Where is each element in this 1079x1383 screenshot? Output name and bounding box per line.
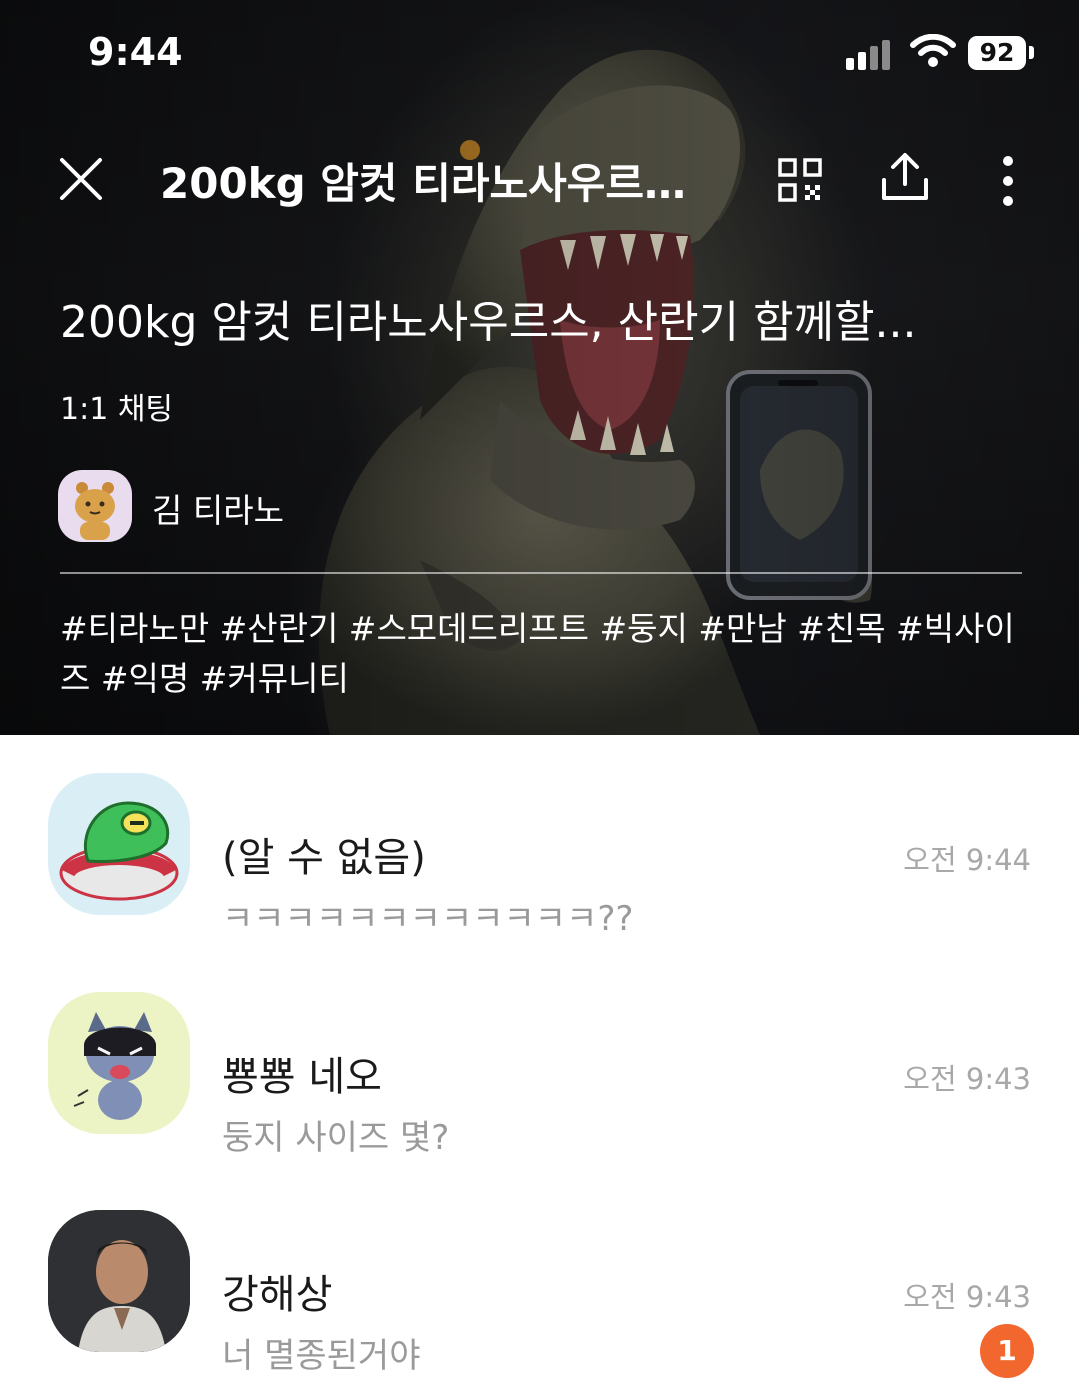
close-icon[interactable] <box>56 154 106 204</box>
chat-name: 강해상 <box>222 1272 333 1318</box>
chat-item[interactable]: 뿅뿅 네오 둥지 사이즈 몇? 오전 9:43 <box>0 992 1079 1162</box>
qr-code-icon[interactable] <box>776 156 824 204</box>
status-time: 9:44 <box>88 30 183 74</box>
host-name: 김 티라노 <box>152 491 284 530</box>
chat-time: 오전 9:43 <box>903 1062 1031 1096</box>
avatar <box>48 1210 190 1352</box>
avatar <box>48 992 190 1134</box>
more-options-icon[interactable] <box>990 154 1026 208</box>
host-avatar[interactable] <box>58 470 132 542</box>
avatar <box>48 773 190 915</box>
person-photo <box>48 1210 190 1352</box>
chat-preview: 둥지 사이즈 몇? <box>222 1118 450 1158</box>
chat-time: 오전 9:43 <box>903 1280 1031 1314</box>
room-cover: 9:44 92 200kg 암컷 티라노사우르… 200kg 암컷 티라노사우르… <box>0 0 1079 735</box>
chat-time: 오전 9:44 <box>903 843 1031 877</box>
wifi-icon <box>910 34 956 67</box>
signal-icon <box>846 40 890 70</box>
chat-preview: 너 멸종된거야 <box>222 1336 421 1376</box>
room-type: 1:1 채팅 <box>60 392 174 427</box>
chat-name: (알 수 없음) <box>222 835 426 881</box>
hashtags: #티라노만 #산란기 #스모데드리프트 #둥지 #만남 #친목 #빅사이즈 #익… <box>60 609 1015 698</box>
chat-name: 뿅뿅 네오 <box>222 1054 382 1100</box>
battery-indicator: 92 <box>968 36 1026 70</box>
divider <box>60 572 1022 574</box>
chat-item[interactable]: (알 수 없음) ㅋㅋㅋㅋㅋㅋㅋㅋㅋㅋㅋㅋ?? 오전 9:44 <box>0 773 1079 943</box>
chat-preview: ㅋㅋㅋㅋㅋㅋㅋㅋㅋㅋㅋㅋ?? <box>222 899 634 939</box>
battery-nub <box>1029 46 1034 59</box>
crocodile-character-icon <box>59 801 179 901</box>
bear-character-icon <box>75 482 115 540</box>
share-icon[interactable] <box>878 150 932 204</box>
room-name: 200kg 암컷 티라노사우르스, 산란기 함께할... <box>60 297 917 348</box>
neo-cat-character-icon <box>73 1012 156 1120</box>
chat-item[interactable]: 강해상 너 멸종된거야 오전 9:43 1 <box>0 1210 1079 1380</box>
unread-badge: 1 <box>980 1324 1034 1378</box>
header-title: 200kg 암컷 티라노사우르… <box>160 159 687 208</box>
